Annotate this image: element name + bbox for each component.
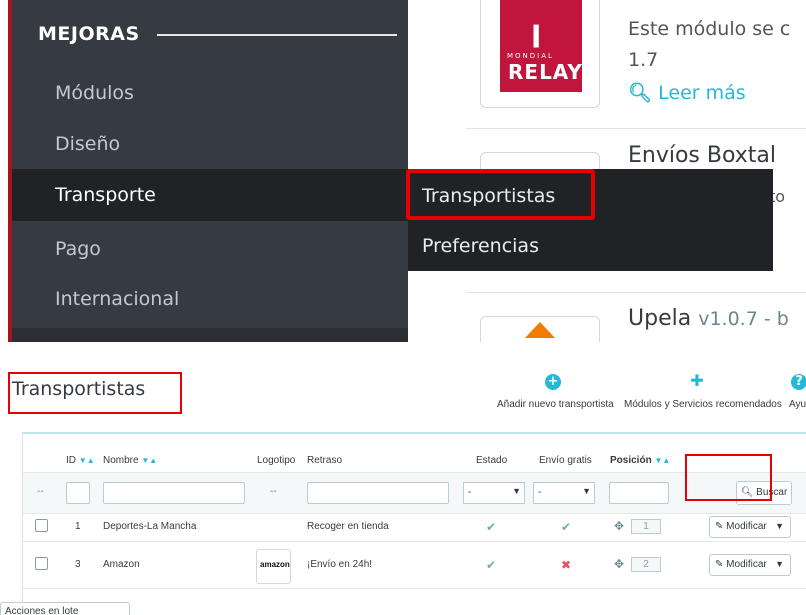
module-title-boxtal: Envíos Boxtal <box>628 143 777 168</box>
module-description: Este módulo se c <box>628 18 791 40</box>
row-id: 1 <box>75 521 81 532</box>
row-id: 3 <box>75 559 81 570</box>
carrier-logo-amazon: amazon <box>256 549 291 584</box>
header-name[interactable]: Nombre ▼▲ <box>103 455 157 466</box>
free-shipping-disabled-icon[interactable]: ✖ <box>561 558 571 572</box>
filter-position-input[interactable] <box>609 482 669 504</box>
transportistas-highlight <box>406 169 595 220</box>
question-circle-icon[interactable]: ? <box>791 374 806 390</box>
module-separator <box>466 292 806 293</box>
table-row[interactable]: 1 Deportes-La Mancha Recoger en tienda ✔… <box>23 513 806 542</box>
header-id[interactable]: ID ▼▲ <box>66 455 95 466</box>
zoomed-admin-menu: MEJORAS Módulos Diseño Transporte Pago I… <box>0 0 806 342</box>
header-position[interactable]: Posición ▼▲ <box>610 455 670 466</box>
header-logo: Logotipo <box>257 455 296 466</box>
help-button[interactable]: Ayu <box>789 399 806 410</box>
sidebar-item-transporte[interactable]: Transporte <box>55 184 156 206</box>
sidebar-next-section <box>12 328 408 342</box>
sidebar-item-modulos[interactable]: Módulos <box>55 82 134 104</box>
search-icon: 🔍︎ <box>628 82 653 104</box>
add-carrier-button[interactable]: Añadir nuevo transportista <box>497 399 614 410</box>
pencil-icon: ✎ <box>715 559 724 570</box>
section-divider <box>157 34 397 36</box>
filter-free-select[interactable]: - ▼ <box>533 482 595 504</box>
position-value: 1 <box>631 519 661 534</box>
filter-logo-placeholder: -- <box>270 486 277 497</box>
relay-logo-big-text: RELAY <box>508 60 583 84</box>
sort-arrows-icon[interactable]: ▼▲ <box>79 456 95 465</box>
module-separator <box>466 128 806 129</box>
submenu-item-preferencias[interactable]: Preferencias <box>422 235 539 257</box>
header-name-label: Nombre <box>103 455 139 466</box>
sidebar-item-pago[interactable]: Pago <box>55 238 101 260</box>
filter-delay-input[interactable] <box>307 482 449 504</box>
page-title-highlight <box>8 372 182 414</box>
upela-logo-icon <box>525 322 555 338</box>
drag-handle-icon[interactable]: ✥ <box>614 557 624 571</box>
free-shipping-enabled-icon[interactable]: ✔ <box>561 520 571 534</box>
filter-placeholder: -- <box>37 486 44 497</box>
pencil-icon: ✎ <box>715 521 724 532</box>
header-status: Estado <box>476 455 508 466</box>
upela-name: Upela <box>628 306 692 331</box>
filter-free-value: - <box>538 487 542 498</box>
header-free-shipping: Envío gratis <box>539 455 592 466</box>
recommended-modules-button[interactable]: Módulos y Servicios recomendados <box>624 399 782 410</box>
position-value: 2 <box>631 557 661 572</box>
caret-down-icon[interactable]: ▼ <box>775 559 784 569</box>
relay-logo-small-text: MONDIAL <box>507 52 554 60</box>
amazon-logo-text: amazon <box>260 560 290 569</box>
header-delay: Retraso <box>307 455 343 466</box>
mondial-relay-logo: ꞁ MONDIAL RELAY <box>500 0 582 92</box>
module-logo-upela[interactable] <box>480 316 600 342</box>
sort-arrows-icon[interactable]: ▼▲ <box>654 456 670 465</box>
modify-button[interactable]: ✎ Modificar ▼ <box>709 554 791 576</box>
relay-mark-icon: ꞁ <box>531 14 542 49</box>
row-checkbox[interactable] <box>35 557 48 570</box>
drag-handle-icon[interactable]: ✥ <box>614 519 624 533</box>
status-enabled-icon[interactable]: ✔ <box>486 520 496 534</box>
row-delay: Recoger en tienda <box>307 521 389 532</box>
module-logo-mondial-relay[interactable]: ꞁ MONDIAL RELAY <box>480 0 600 108</box>
status-enabled-icon[interactable]: ✔ <box>486 558 496 572</box>
plus-circle-icon[interactable]: + <box>545 374 561 390</box>
header-position-label: Posición <box>610 455 652 466</box>
row-checkbox[interactable] <box>35 519 48 532</box>
upela-version: v1.0.7 - b <box>698 308 789 330</box>
select-arrow-icon: ▼ <box>582 486 591 496</box>
bulk-actions-button[interactable]: Acciones en lote <box>0 602 130 615</box>
module-title-upela: Upela v1.0.7 - b <box>628 306 789 331</box>
sidebar-item-internacional[interactable]: Internacional <box>55 288 179 310</box>
modify-label: Modificar <box>726 559 767 570</box>
modify-button[interactable]: ✎ Modificar ▼ <box>709 516 791 538</box>
sidebar-section-title: MEJORAS <box>38 23 140 45</box>
sidebar-item-diseno[interactable]: Diseño <box>55 133 120 155</box>
carriers-page: Transportistas + Añadir nuevo transporti… <box>0 342 806 615</box>
table-row[interactable]: 3 Amazon amazon ¡Envío en 24h! ✔ ✖ ✥ 2 ✎… <box>23 542 806 589</box>
puzzle-icon[interactable]: ✚ <box>689 373 705 389</box>
modify-label: Modificar <box>726 521 767 532</box>
header-id-label: ID <box>66 455 76 466</box>
row-delay: ¡Envío en 24h! <box>307 559 373 570</box>
filter-name-input[interactable] <box>103 482 245 504</box>
row-name: Deportes-La Mancha <box>103 521 197 532</box>
read-more-label: Leer más <box>658 82 746 104</box>
filter-id-input[interactable] <box>66 482 90 504</box>
caret-down-icon[interactable]: ▼ <box>775 521 784 531</box>
filter-status-value: - <box>468 487 472 498</box>
modify-button-highlight <box>685 454 772 501</box>
filter-status-select[interactable]: - ▼ <box>463 482 525 504</box>
row-name: Amazon <box>103 559 140 570</box>
sort-arrows-icon[interactable]: ▼▲ <box>141 456 157 465</box>
read-more-link[interactable]: 🔍︎ Leer más <box>628 81 746 104</box>
select-arrow-icon: ▼ <box>512 486 521 496</box>
module-version: 1.7 <box>628 49 659 71</box>
